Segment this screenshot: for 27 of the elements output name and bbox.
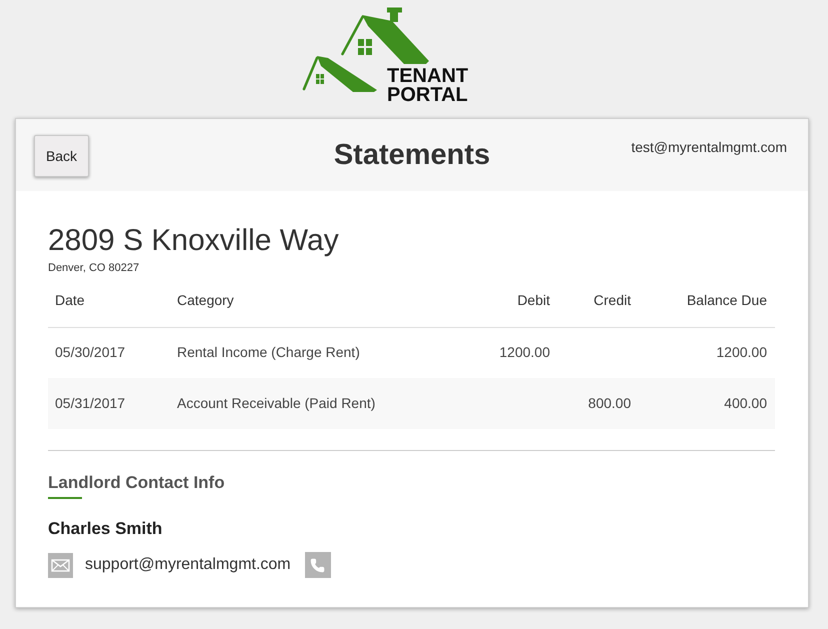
- column-header: Category: [170, 275, 480, 327]
- heading-underline: [48, 497, 82, 499]
- column-header: Date: [48, 275, 170, 327]
- table-cell: 05/30/2017: [55, 344, 126, 360]
- table-cell: Account Receivable (Paid Rent): [177, 395, 376, 411]
- contact-heading: Landlord Contact Info: [48, 472, 225, 494]
- property-city: Denver, CO 80227: [48, 261, 140, 275]
- landlord-email: support@myrentalmgmt.com: [85, 555, 291, 575]
- table-cell: 05/31/2017: [55, 395, 126, 411]
- column-header: Balance Due: [639, 275, 775, 327]
- table-cell: 1200.00: [499, 344, 550, 360]
- small-house-roof-icon: [302, 55, 378, 92]
- back-button[interactable]: Back: [34, 135, 89, 177]
- table-cell: Rental Income (Charge Rent): [177, 344, 360, 360]
- house-roof-icon: [341, 7, 430, 65]
- page-title: Statements: [334, 138, 490, 173]
- table-cell: 800.00: [588, 395, 631, 411]
- user-email: test@myrentalmgmt.com: [631, 138, 787, 156]
- property-address: 2809 S Knoxville Way: [48, 223, 339, 259]
- table-cell: 400.00: [724, 395, 767, 411]
- landlord-name: Charles Smith: [48, 518, 162, 540]
- phone-icon: [304, 552, 331, 578]
- logo-text: TENANT PORTAL: [387, 67, 468, 105]
- table-cell: 1200.00: [716, 344, 767, 360]
- column-header: Credit: [558, 275, 639, 327]
- mail-icon: [48, 552, 73, 578]
- column-header: Debit: [480, 275, 558, 327]
